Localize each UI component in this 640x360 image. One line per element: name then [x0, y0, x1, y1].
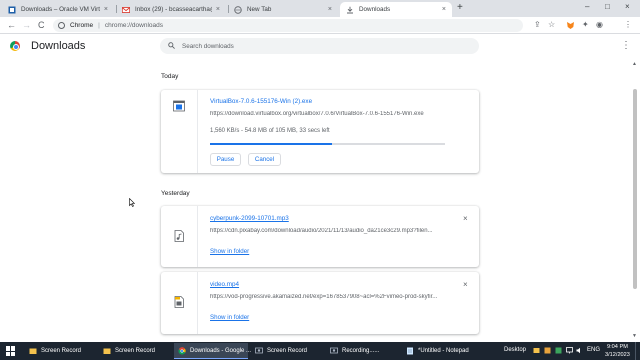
file-name[interactable]: cyberpunk-2099-10701.mp3	[210, 215, 289, 222]
globe-icon	[234, 5, 242, 14]
tab-title: Inbox (29) - bcasseacartha@gmail	[135, 6, 212, 13]
download-icon	[347, 6, 353, 13]
folder-icon	[29, 348, 37, 354]
virtualbox-icon	[8, 6, 16, 13]
download-progress-bar	[210, 143, 445, 145]
clock-time: 9:04 PM	[607, 344, 628, 350]
taskbar-item[interactable]: Screen Record	[25, 343, 95, 359]
tab-title: New Tab	[247, 6, 272, 13]
section-today: Today	[161, 73, 179, 80]
tab-virtualbox-downloads[interactable]: Downloads – Oracle VM VirtualBox ×	[2, 2, 114, 17]
extensions-icon[interactable]: ✦	[582, 20, 589, 29]
screen-record-icon	[255, 347, 263, 354]
file-name[interactable]: video.mp4	[210, 281, 239, 288]
taskbar-item[interactable]: Screen Record	[251, 343, 321, 359]
forward-button[interactable]: →	[22, 20, 31, 30]
windows-taskbar: Screen Record Screen Record Downloads - …	[0, 342, 640, 360]
tab-title: Downloads – Oracle VM VirtualBox	[21, 6, 100, 13]
minimize-button[interactable]: –	[585, 2, 589, 11]
profile-icon[interactable]: ◉	[596, 20, 603, 29]
volume-icon[interactable]	[576, 347, 583, 354]
file-url[interactable]: https://download.virtualbox.org/virtualb…	[210, 111, 446, 117]
chrome-icon	[178, 346, 186, 355]
file-url[interactable]: https://cdn.pixabay.com/download/audio/2…	[210, 228, 446, 234]
share-icon[interactable]: ⇪	[534, 20, 541, 29]
folder-icon	[103, 348, 111, 354]
tab-inbox[interactable]: Inbox (29) - bcasseacartha@gmail ×	[116, 2, 226, 17]
remove-item-icon[interactable]: ×	[463, 214, 468, 223]
downloads-header: Downloads Search downloads ⋮	[0, 34, 640, 59]
tray-folder-icon[interactable]	[533, 347, 540, 354]
search-downloads-field[interactable]: Search downloads	[160, 38, 479, 54]
scroll-up-arrow[interactable]: ▲	[632, 61, 637, 67]
video-file-icon	[174, 296, 184, 308]
search-placeholder: Search downloads	[182, 42, 234, 50]
taskbar-item[interactable]: Recording......	[326, 343, 398, 359]
browser-toolbar: ← → C Chrome | chrome://downloads ⇪ ☆ ✦ …	[0, 17, 640, 34]
windows-start-icon[interactable]	[6, 346, 16, 356]
file-url[interactable]: https://vod-progressive.akamaized.net/ex…	[210, 294, 446, 300]
taskbar-item-chrome[interactable]: Downloads - Google ...	[174, 343, 251, 359]
download-progress-fill	[210, 143, 333, 145]
taskbar-item[interactable]: Screen Record	[99, 343, 169, 359]
remove-item-icon[interactable]: ×	[463, 280, 468, 289]
metamask-extension-icon[interactable]	[566, 21, 575, 30]
pause-button[interactable]: Pause	[210, 153, 241, 166]
close-tab-icon[interactable]: ×	[104, 6, 108, 13]
cancel-button[interactable]: Cancel	[248, 153, 281, 166]
show-desktop-button[interactable]	[635, 342, 638, 360]
show-in-folder-link[interactable]: Show in folder	[210, 314, 249, 321]
section-yesterday: Yesterday	[161, 190, 190, 197]
scroll-thumb[interactable]	[633, 89, 637, 289]
chrome-menu-icon[interactable]: ⋮	[624, 20, 632, 29]
more-actions-icon[interactable]: ⋮	[621, 40, 631, 51]
page-scrollbar[interactable]: ▲ ▼	[632, 59, 638, 342]
gmail-icon	[122, 6, 130, 13]
tray-app-icon[interactable]	[544, 347, 551, 354]
bookmark-star-icon[interactable]: ☆	[548, 20, 555, 29]
download-item-cyberpunk: cyberpunk-2099-10701.mp3 https://cdn.pix…	[161, 206, 479, 267]
downloads-page: Downloads Search downloads ⋮ ▲ ▼ Today V…	[0, 34, 640, 342]
exe-file-icon	[173, 100, 185, 112]
url-text: chrome://downloads	[104, 22, 163, 29]
scroll-down-arrow[interactable]: ▼	[632, 333, 637, 339]
chrome-page-icon	[58, 22, 65, 29]
language-indicator[interactable]: ENG	[587, 347, 600, 353]
notepad-icon	[407, 347, 413, 355]
address-bar[interactable]: Chrome | chrome://downloads	[53, 19, 523, 32]
tray-security-icon[interactable]	[555, 347, 562, 354]
download-status: 1,560 KB/s - 54.8 MB of 105 MB, 33 secs …	[210, 128, 330, 134]
audio-file-icon	[174, 230, 184, 242]
page-title: Downloads	[31, 40, 86, 52]
download-item-video: video.mp4 https://vod-progressive.akamai…	[161, 272, 479, 334]
close-tab-icon[interactable]: ×	[328, 6, 332, 13]
close-tab-icon[interactable]: ×	[216, 6, 220, 13]
site-chip: Chrome	[70, 22, 94, 29]
download-item-virtualbox: VirtualBox-7.0.6-155176-Win (2).exe http…	[161, 90, 479, 173]
tab-strip: Downloads – Oracle VM VirtualBox × Inbox…	[0, 0, 640, 17]
chrome-logo-icon	[10, 41, 20, 51]
system-clock[interactable]: 9:04 PM 3/12/2023	[605, 343, 630, 359]
clock-date: 3/12/2023	[605, 352, 630, 358]
reload-button[interactable]: C	[38, 20, 45, 30]
new-tab-button[interactable]: +	[457, 2, 463, 13]
maximize-button[interactable]: □	[605, 2, 610, 11]
close-window-button[interactable]: ×	[625, 2, 630, 11]
close-tab-icon[interactable]: ×	[442, 6, 446, 13]
file-name[interactable]: VirtualBox-7.0.6-155176-Win (2).exe	[210, 98, 312, 105]
search-icon	[168, 41, 175, 51]
tab-title: Downloads	[359, 6, 391, 13]
recording-icon	[330, 347, 338, 354]
show-in-folder-link[interactable]: Show in folder	[210, 248, 249, 255]
back-button[interactable]: ←	[7, 20, 16, 30]
tab-downloads[interactable]: Downloads ×	[340, 2, 452, 17]
network-icon[interactable]	[566, 347, 573, 354]
taskbar-item[interactable]: *Untitled - Notepad	[402, 343, 474, 359]
tab-new-tab[interactable]: New Tab ×	[228, 2, 338, 17]
desktop-toolbar[interactable]: Desktop	[504, 347, 526, 353]
mouse-cursor-icon	[129, 198, 135, 207]
